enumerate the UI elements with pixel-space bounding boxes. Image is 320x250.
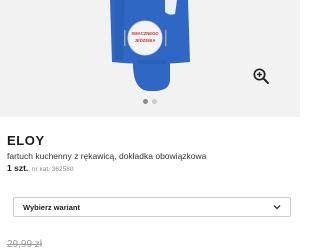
- chevron-down-icon: [273, 205, 281, 210]
- gallery-dot-1[interactable]: [143, 99, 148, 104]
- product-quantity-line: 1 szt., nr kat. 362580: [7, 163, 74, 173]
- apron-badge-line-1: SMACZNEGO: [131, 31, 159, 36]
- product-info: ELOY fartuch kuchenny z rękawicą, dokład…: [0, 117, 300, 250]
- gallery-dot-2[interactable]: [152, 99, 157, 104]
- variant-select[interactable]: Wybierz wariant: [13, 197, 291, 217]
- product-image[interactable]: SMACZNEGO JEDZENIA: [95, 0, 205, 92]
- zoom-in-icon[interactable]: [252, 67, 270, 85]
- catalog-number: nr kat. 362580: [31, 166, 74, 173]
- gallery-pagination: [0, 99, 300, 104]
- variant-select-label: Wybierz wariant: [23, 202, 80, 212]
- old-price: 29,99 zł: [7, 239, 43, 250]
- apron-badge-line-2: JEDZENIA: [135, 38, 156, 43]
- product-brand: ELOY: [7, 133, 45, 148]
- product-gallery[interactable]: SMACZNEGO JEDZENIA: [0, 0, 300, 117]
- product-quantity: 1 szt.: [7, 163, 29, 173]
- product-description: fartuch kuchenny z rękawicą, dokładka ob…: [7, 151, 207, 161]
